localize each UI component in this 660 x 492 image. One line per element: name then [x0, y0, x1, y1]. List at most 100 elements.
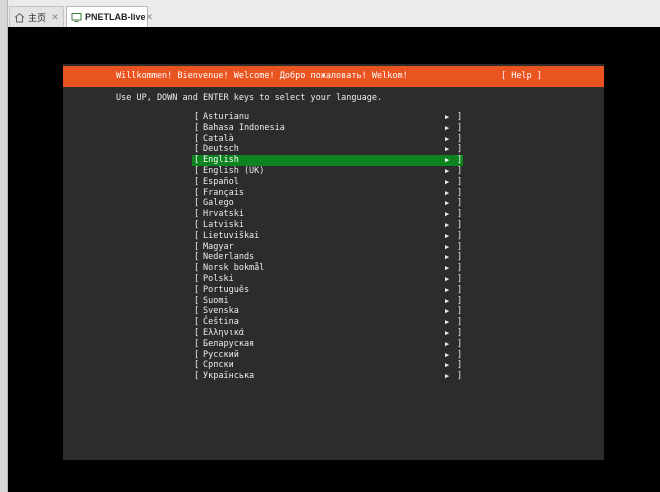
language-option[interactable]: [Русский ▶]	[192, 350, 463, 361]
language-option[interactable]: [Українська ▶]	[192, 371, 463, 382]
language-option[interactable]: [Magyar ▶]	[192, 242, 463, 253]
language-option[interactable]: [Norsk bokmål ▶]	[192, 263, 463, 274]
arrow-right-icon: ▶	[445, 253, 450, 262]
language-option[interactable]: [Ελληνικά ▶]	[192, 328, 463, 339]
arrow-right-icon: ▶	[445, 166, 450, 175]
arrow-right-icon: ▶	[445, 156, 450, 165]
arrow-right-icon: ▶	[445, 372, 450, 381]
arrow-right-icon: ▶	[445, 296, 450, 305]
language-name: Ελληνικά	[203, 327, 244, 338]
language-name: Suomi	[203, 295, 229, 306]
right-bracket: ]	[457, 263, 463, 274]
language-name: Bahasa Indonesia	[203, 122, 285, 133]
language-option[interactable]: [Deutsch ▶]	[192, 144, 463, 155]
language-option[interactable]: [Latviski ▶]	[192, 220, 463, 231]
vm-display[interactable]: Willkommen! Bienvenue! Welcome! Добро по…	[7, 27, 660, 492]
left-bracket: [	[194, 155, 200, 166]
help-button[interactable]: [ Help ]	[501, 71, 542, 81]
right-bracket: ]	[457, 209, 463, 220]
close-icon[interactable]: ✕	[146, 12, 154, 22]
language-option[interactable]: [Lietuviškai ▶]	[192, 231, 463, 242]
arrow-right-icon: ▶	[445, 220, 450, 229]
left-bracket: [	[194, 327, 200, 338]
right-bracket: ]	[457, 165, 463, 176]
right-bracket: ]	[457, 284, 463, 295]
language-option[interactable]: [Svenska ▶]	[192, 306, 463, 317]
language-name: Русский	[203, 349, 239, 360]
language-name: Français	[203, 187, 244, 198]
right-bracket: ]	[457, 360, 463, 371]
arrow-right-icon: ▶	[445, 285, 450, 294]
right-bracket: ]	[457, 155, 463, 166]
language-name: Asturianu	[203, 112, 250, 122]
left-bracket: [	[194, 263, 200, 274]
left-bracket: [	[194, 165, 200, 176]
left-bracket: [	[194, 122, 200, 133]
installer-console: Willkommen! Bienvenue! Welcome! Добро по…	[63, 64, 604, 460]
language-list: [Asturianu ▶][Bahasa Indonesia ▶][Català ▶]…	[192, 112, 463, 382]
language-option[interactable]: [Suomi ▶]	[192, 296, 463, 307]
right-bracket: ]	[457, 349, 463, 360]
left-bracket: [	[194, 306, 200, 317]
language-option[interactable]: [Hrvatski ▶]	[192, 209, 463, 220]
left-bracket: [	[194, 295, 200, 306]
right-bracket: ]	[457, 144, 463, 155]
left-bracket: [	[194, 338, 200, 349]
language-name: Català	[203, 133, 234, 144]
language-option[interactable]: [Português ▶]	[192, 285, 463, 296]
language-option[interactable]: [English (UK) ▶]	[192, 166, 463, 177]
left-bracket: [	[194, 317, 200, 328]
language-name: Norsk bokmål	[203, 263, 265, 274]
arrow-right-icon: ▶	[445, 177, 450, 186]
arrow-right-icon: ▶	[445, 123, 450, 132]
language-name: English (UK)	[203, 165, 265, 176]
language-name: Українська	[203, 371, 255, 382]
home-icon	[14, 12, 25, 23]
language-option[interactable]: [Nederlands ▶]	[192, 252, 463, 263]
language-option[interactable]: [Српски ▶]	[192, 360, 463, 371]
right-bracket: ]	[457, 295, 463, 306]
arrow-right-icon: ▶	[445, 134, 450, 143]
right-bracket: ]	[457, 306, 463, 317]
arrow-right-icon: ▶	[445, 350, 450, 359]
language-name: Lietuviškai	[203, 230, 260, 241]
arrow-right-icon: ▶	[445, 242, 450, 251]
arrow-right-icon: ▶	[445, 361, 450, 370]
left-bracket: [	[194, 187, 200, 198]
tab-home-label: 主页	[28, 12, 47, 23]
right-bracket: ]	[457, 371, 463, 382]
language-option[interactable]: [Français ▶]	[192, 188, 463, 199]
left-bracket: [	[194, 112, 200, 122]
window-left-edge	[0, 0, 8, 492]
language-name: Svenska	[203, 306, 239, 317]
left-bracket: [	[194, 198, 200, 209]
right-bracket: ]	[457, 176, 463, 187]
right-bracket: ]	[457, 219, 463, 230]
language-option[interactable]: [Català ▶]	[192, 134, 463, 145]
language-option[interactable]: [Bahasa Indonesia ▶]	[192, 123, 463, 134]
language-option[interactable]: [Galego ▶]	[192, 198, 463, 209]
arrow-right-icon: ▶	[445, 318, 450, 327]
language-option[interactable]: [Español ▶]	[192, 177, 463, 188]
arrow-right-icon: ▶	[445, 307, 450, 316]
close-icon[interactable]: ✕	[50, 12, 60, 22]
arrow-right-icon: ▶	[445, 328, 450, 337]
language-option[interactable]: [Беларуская ▶]	[192, 339, 463, 350]
left-bracket: [	[194, 133, 200, 144]
language-name: Српски	[203, 360, 234, 371]
right-bracket: ]	[457, 122, 463, 133]
arrow-right-icon: ▶	[445, 199, 450, 208]
language-option[interactable]: [English ▶]	[192, 155, 463, 166]
instruction-text: Use UP, DOWN and ENTER keys to select yo…	[116, 93, 383, 103]
tab-home[interactable]: 主页 ✕	[9, 6, 64, 27]
language-option[interactable]: [Asturianu ▶]	[192, 112, 463, 123]
language-name: Español	[203, 176, 239, 187]
language-option[interactable]: [Čeština ▶]	[192, 317, 463, 328]
language-option[interactable]: [Polski ▶]	[192, 274, 463, 285]
left-bracket: [	[194, 176, 200, 187]
arrow-right-icon: ▶	[445, 210, 450, 219]
tab-bar: 主页 ✕ PNETLAB-live ✕	[0, 0, 660, 28]
tab-pnetlab-live[interactable]: PNETLAB-live ✕	[66, 6, 153, 27]
right-bracket: ]	[457, 112, 463, 122]
right-bracket: ]	[457, 252, 463, 263]
